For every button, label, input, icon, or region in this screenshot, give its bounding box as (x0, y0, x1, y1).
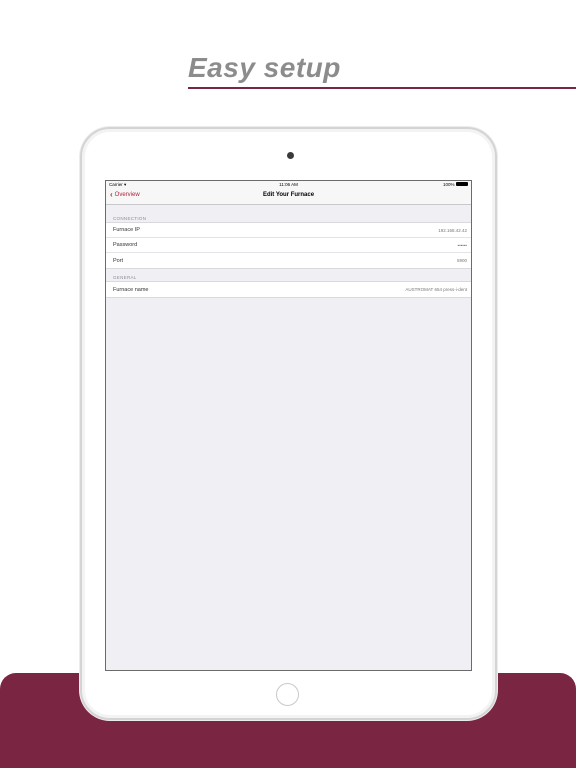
furnace-ip-row[interactable]: Furnace IP 192.168.42.42 (106, 223, 471, 238)
status-time: 11:06 AM (279, 182, 298, 187)
status-battery: 100% (443, 182, 468, 187)
ipad-device-frame: Carrier ▾ 11:06 AM 100% ‹ Overview Edit … (80, 127, 497, 720)
password-value: •••••• (457, 242, 467, 248)
home-button[interactable] (276, 683, 299, 706)
device-screen: Carrier ▾ 11:06 AM 100% ‹ Overview Edit … (105, 180, 472, 671)
general-group: Furnace name AUSTROMAT 654 press-i-dent (106, 281, 471, 298)
battery-icon (456, 182, 468, 186)
page-headline: Easy setup (188, 52, 341, 83)
row-label: Port (113, 257, 124, 264)
furnace-ip-value: 192.168.42.42 (438, 227, 467, 233)
headline-underline (188, 87, 576, 89)
port-row[interactable]: Port 5900 (106, 253, 471, 268)
row-label: Furnace name (113, 286, 149, 293)
row-label: Furnace IP (113, 227, 140, 233)
section-header-connection: CONNECTION (113, 216, 147, 221)
furnace-name-value: AUSTROMAT 654 press-i-dent (405, 287, 467, 292)
password-row[interactable]: Password •••••• (106, 238, 471, 253)
furnace-name-row[interactable]: Furnace name AUSTROMAT 654 press-i-dent (106, 282, 471, 297)
connection-group: Furnace IP 192.168.42.42 Password ••••••… (106, 222, 471, 269)
navigation-bar: ‹ Overview Edit Your Furnace (106, 188, 471, 205)
row-label: Password (113, 242, 138, 248)
section-header-general: GENERAL (113, 275, 137, 280)
port-value: 5900 (456, 258, 467, 263)
status-bar: Carrier ▾ 11:06 AM 100% (106, 181, 471, 188)
page-title: Edit Your Furnace (262, 192, 315, 198)
camera-icon (287, 152, 294, 159)
